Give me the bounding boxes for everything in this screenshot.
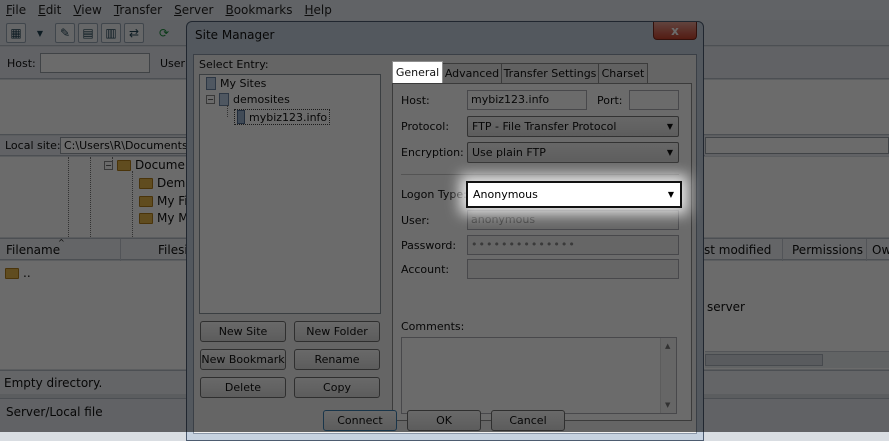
cancel-button[interactable]: Cancel (491, 410, 565, 431)
host-label: Host: (401, 94, 430, 107)
local-tree-icon[interactable]: ▤ (78, 23, 98, 43)
select-entry-label: Select Entry: (199, 58, 269, 71)
remote-list-message: server (707, 300, 745, 314)
scroll-down-icon[interactable]: ▼ (665, 401, 670, 409)
column-filename[interactable]: Filename (6, 243, 60, 257)
delete-button[interactable]: Delete (200, 377, 286, 398)
server-icon (237, 110, 245, 124)
connect-button[interactable]: Connect (323, 410, 397, 431)
scroll-up-icon[interactable]: ▲ (665, 342, 670, 350)
dropdown-arrow-icon: ▼ (667, 190, 674, 199)
menu-help[interactable]: Help (299, 3, 338, 17)
tab-transfer-settings[interactable]: Transfer Settings (501, 63, 599, 83)
encryption-label: Encryption: (401, 146, 464, 159)
close-icon: x (671, 23, 679, 38)
remote-site-path[interactable] (705, 137, 889, 154)
folder-icon (139, 195, 153, 207)
tree-node-my-music[interactable]: My M (139, 211, 189, 225)
general-tab-panel: Host: mybiz123.info Port: Protocol: FTP … (392, 83, 692, 421)
sort-up-icon: ^ (58, 238, 65, 247)
folder-icon (5, 267, 19, 279)
quickconnect-host-label: Host: (7, 57, 36, 70)
tree-node-my-files[interactable]: My Fi (139, 194, 188, 208)
quickconnect-host-input[interactable] (40, 53, 150, 73)
transfer-queue-icon[interactable]: ⇄ (124, 23, 144, 43)
column-owner[interactable]: Ow (872, 243, 889, 257)
chevron-down-icon[interactable]: ▼ (30, 23, 50, 43)
tab-advanced[interactable]: Advanced (442, 63, 502, 83)
local-site-path[interactable]: C:\Users\R\Documents\W (60, 137, 200, 154)
remote-site-bar (705, 136, 889, 156)
menu-edit[interactable]: Edit (32, 3, 67, 17)
tab-charset[interactable]: Charset (598, 63, 648, 83)
quickconnect-user-label: User (160, 57, 186, 70)
new-folder-button[interactable]: New Folder (294, 321, 380, 342)
comments-label: Comments: (401, 320, 465, 333)
dropdown-arrow-icon: ▼ (666, 122, 673, 131)
password-input[interactable]: •••••••••••••• (467, 235, 679, 255)
tree-node-documents[interactable]: − Docume (104, 158, 185, 172)
tree-node-my-sites[interactable]: My Sites (206, 77, 266, 90)
list-item[interactable]: .. (5, 266, 31, 280)
menu-transfer[interactable]: Transfer (108, 3, 168, 17)
scrollbar-thumb[interactable] (705, 354, 823, 366)
account-label: Account: (401, 263, 450, 276)
separator (401, 174, 679, 175)
menu-bar: File Edit View Transfer Server Bookmarks… (0, 0, 889, 20)
horizontal-scrollbar[interactable] (705, 351, 889, 368)
column-filesize[interactable]: Filesi (158, 243, 188, 257)
user-label: User: (401, 214, 430, 227)
account-input[interactable] (467, 259, 679, 279)
vertical-scrollbar[interactable]: ▲ ▼ (660, 338, 676, 413)
close-button[interactable]: x (653, 22, 697, 40)
encryption-select[interactable]: Use plain FTP ▼ (467, 142, 679, 163)
dropdown-arrow-icon: ▼ (666, 148, 673, 157)
site-manager-dialog: Site Manager x Select Entry: My Sites − … (186, 21, 704, 441)
ok-button[interactable]: OK (407, 410, 481, 431)
local-status-text: Empty directory. (4, 376, 103, 390)
folder-icon (139, 212, 153, 224)
protocol-label: Protocol: (401, 120, 450, 133)
tree-node-site[interactable]: mybiz123.info (234, 109, 331, 125)
logon-type-label: Logon Type: (401, 188, 467, 201)
site-manager-icon[interactable]: ▦ (6, 23, 26, 43)
dialog-client-area: Select Entry: My Sites − demosites mybiz… (193, 54, 697, 434)
collapse-icon[interactable]: − (206, 95, 215, 104)
local-site-label: Local site: (5, 139, 61, 152)
computer-icon (206, 77, 216, 90)
message-log-icon[interactable]: ✎ (55, 23, 75, 43)
rename-button[interactable]: Rename (294, 349, 380, 370)
column-permissions[interactable]: Permissions (792, 243, 863, 257)
folder-icon (117, 159, 131, 171)
collapse-icon[interactable]: − (104, 160, 113, 170)
comments-textarea[interactable]: ▲ ▼ (401, 337, 677, 414)
port-input[interactable] (629, 90, 679, 110)
host-input[interactable]: mybiz123.info (467, 90, 587, 110)
new-site-button[interactable]: New Site (200, 321, 286, 342)
copy-button[interactable]: Copy (294, 377, 380, 398)
new-bookmark-button[interactable]: New Bookmark (200, 349, 286, 370)
menu-file[interactable]: File (0, 3, 32, 17)
column-last-modified[interactable]: st modified (704, 243, 771, 257)
logon-type-select[interactable]: Anonymous ▼ (466, 181, 682, 208)
menu-view[interactable]: View (67, 3, 107, 17)
queue-column-server-local: Server/Local file (6, 405, 103, 419)
refresh-icon[interactable]: ⟳ (154, 23, 174, 43)
folder-icon (139, 177, 153, 189)
user-input[interactable]: anonymous (467, 210, 679, 230)
tree-node-demosites[interactable]: − demosites (206, 93, 290, 106)
password-label: Password: (401, 239, 457, 252)
dialog-title: Site Manager (195, 28, 275, 42)
site-tree: My Sites − demosites mybiz123.info (199, 74, 381, 314)
tab-general[interactable]: General (392, 61, 443, 83)
remote-tree-icon[interactable]: ▥ (101, 23, 121, 43)
port-label: Port: (597, 94, 623, 107)
menu-bookmarks[interactable]: Bookmarks (219, 3, 298, 17)
protocol-select[interactable]: FTP - File Transfer Protocol ▼ (467, 116, 679, 137)
menu-server[interactable]: Server (168, 3, 219, 17)
tree-node-demo[interactable]: Demo (139, 176, 193, 190)
